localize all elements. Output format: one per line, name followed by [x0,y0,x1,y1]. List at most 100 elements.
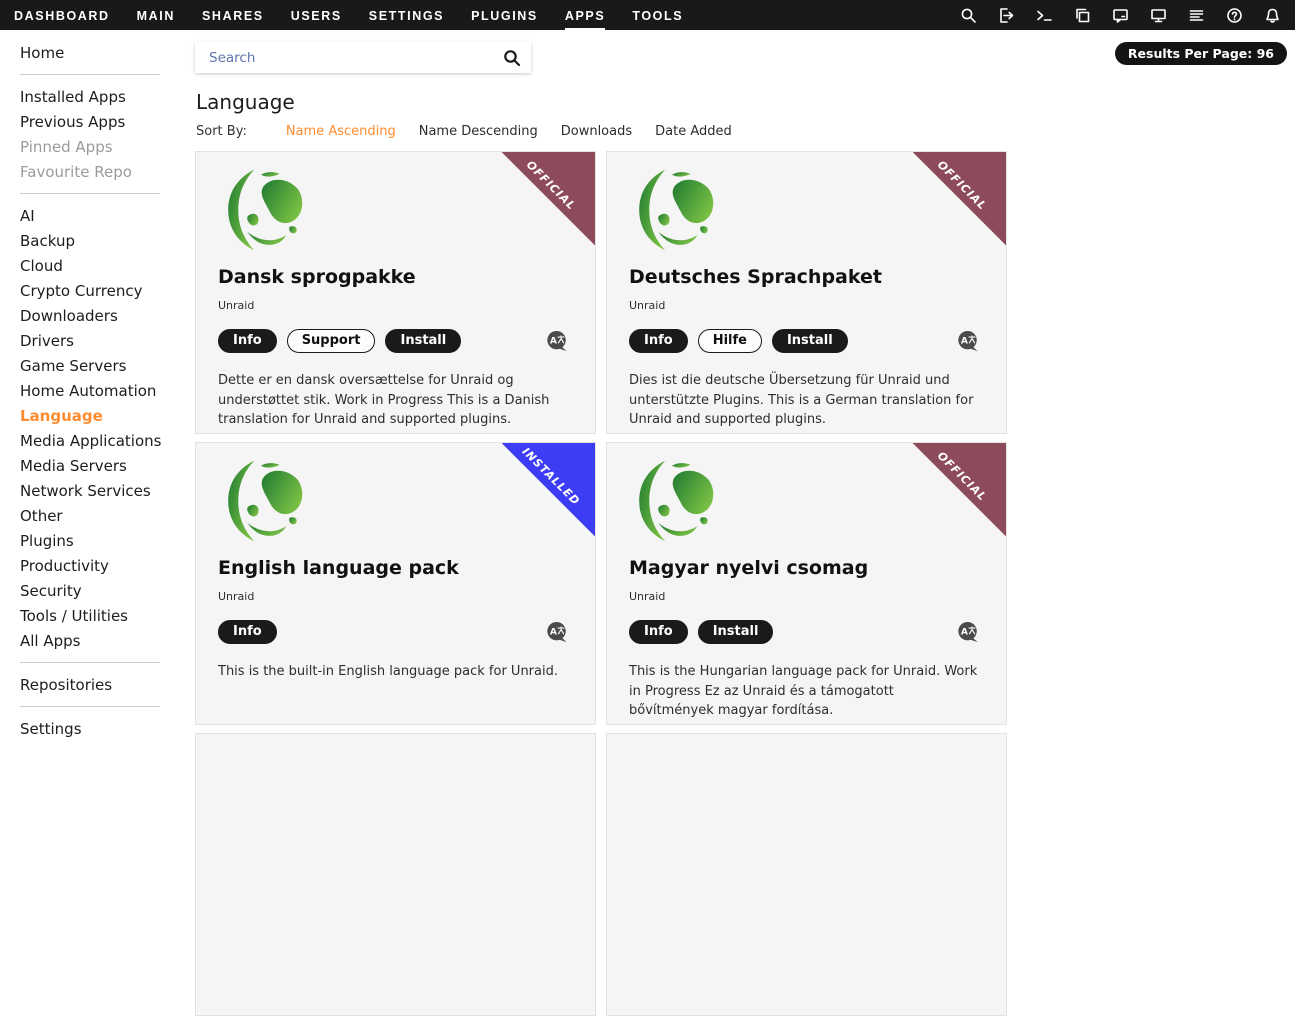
nav-item-apps[interactable]: APPS [565,0,605,31]
translate-icon[interactable]: A [957,621,980,644]
ribbon-label: OFFICIAL [911,442,1007,527]
top-nav-icons [960,7,1281,24]
sidebar-item-pinned-apps[interactable]: Pinned Apps [0,134,186,159]
globe-icon [224,459,308,543]
sort-option-downloads[interactable]: Downloads [561,124,632,139]
app-description: Dette er en dansk oversættelse for Unrai… [218,371,573,430]
hilfe-button[interactable]: Hilfe [698,329,762,353]
sidebar-item-game-servers[interactable]: Game Servers [0,353,186,378]
search-icon[interactable] [503,49,521,67]
app-title: Dansk sprogpakke [218,266,573,288]
page-title: Language [196,90,1295,114]
svg-text:A: A [550,336,557,346]
sidebar-item-plugins[interactable]: Plugins [0,528,186,553]
ribbon-badge: INSTALLED [502,443,595,536]
ribbon-badge: OFFICIAL [502,152,595,245]
sidebar-item-media-servers[interactable]: Media Servers [0,453,186,478]
ribbon-badge: OFFICIAL [913,152,1006,245]
copy-icon[interactable] [1074,7,1091,24]
app-card: INSTALLED English language pack Unraid I… [195,442,596,725]
sidebar-item-media-applications[interactable]: Media Applications [0,428,186,453]
sidebar-item-security[interactable]: Security [0,578,186,603]
sort-option-date-added[interactable]: Date Added [655,124,732,139]
feedback-icon[interactable] [1112,7,1129,24]
app-title: Magyar nyelvi csomag [629,557,984,579]
main-content: Results Per Page: 96 Language Sort By: N… [186,30,1295,726]
sidebar-item-repositories[interactable]: Repositories [0,672,186,697]
nav-item-tools[interactable]: TOOLS [632,0,683,31]
search-box [195,42,531,73]
nav-item-shares[interactable]: SHARES [202,0,264,31]
sidebar-item-network-services[interactable]: Network Services [0,478,186,503]
sidebar-divider [20,662,160,663]
globe-icon [224,168,308,252]
sidebar-item-cloud[interactable]: Cloud [0,253,186,278]
sidebar-item-all-apps[interactable]: All Apps [0,628,186,653]
notifications-icon[interactable] [1264,7,1281,24]
nav-item-dashboard[interactable]: DASHBOARD [14,0,110,31]
sidebar-item-backup[interactable]: Backup [0,228,186,253]
info-button[interactable]: Info [218,329,277,353]
app-card: OFFICIAL Deutsches Sprachpaket Unraid In… [606,151,1007,434]
log-icon[interactable] [1188,7,1205,24]
nav-item-users[interactable]: USERS [291,0,342,31]
app-description: Dies ist die deutsche Übersetzung für Un… [629,371,984,430]
app-description: This is the built-in English language pa… [218,662,573,682]
app-description: This is the Hungarian language pack for … [629,662,984,721]
top-nav: DASHBOARD MAIN SHARES USERS SETTINGS PLUGINS A… [0,0,1295,30]
sidebar-item-installed-apps[interactable]: Installed Apps [0,84,186,109]
sidebar: Home Installed AppsPrevious AppsPinned Ap… [0,30,186,726]
help-icon[interactable] [1226,7,1243,24]
install-button[interactable]: Install [385,329,461,353]
sidebar-item-drivers[interactable]: Drivers [0,328,186,353]
sidebar-item-language[interactable]: Language [0,403,186,428]
app-author: Unraid [629,590,984,603]
info-button[interactable]: Info [629,329,688,353]
sidebar-item-previous-apps[interactable]: Previous Apps [0,109,186,134]
display-icon[interactable] [1150,7,1167,24]
nav-item-settings[interactable]: SETTINGS [369,0,444,31]
terminal-icon[interactable] [1036,7,1053,24]
sidebar-item-home[interactable]: Home [0,40,186,65]
sort-option-name-descending[interactable]: Name Descending [419,124,538,139]
ribbon-badge: OFFICIAL [913,443,1006,536]
top-nav-menu: DASHBOARD MAIN SHARES USERS SETTINGS PLUGINS A… [14,0,683,31]
sort-option-name-ascending[interactable]: Name Ascending [286,124,396,139]
info-button[interactable]: Info [218,620,277,644]
nav-item-plugins[interactable]: PLUGINS [471,0,538,31]
search-icon[interactable] [960,7,977,24]
sidebar-item-home-automation[interactable]: Home Automation [0,378,186,403]
svg-text:A: A [961,627,968,637]
sidebar-item-other[interactable]: Other [0,503,186,528]
support-button[interactable]: Support [287,329,376,353]
app-actions: Info Hilfe Install A [629,329,984,353]
results-per-page-badge[interactable]: Results Per Page: 96 [1115,42,1287,65]
translate-icon[interactable]: A [957,330,980,353]
app-card-partial [606,733,1007,1016]
search-input[interactable] [207,49,503,67]
sort-bar: Sort By: Name AscendingName DescendingDo… [196,124,1295,139]
svg-text:A: A [961,336,968,346]
sidebar-item-crypto-currency[interactable]: Crypto Currency [0,278,186,303]
ribbon-label: OFFICIAL [500,151,596,236]
sidebar-divider [20,706,160,707]
sidebar-item-ai[interactable]: AI [0,203,186,228]
translate-icon[interactable]: A [546,330,569,353]
sidebar-item-downloaders[interactable]: Downloaders [0,303,186,328]
globe-icon [635,459,719,543]
install-button[interactable]: Install [772,329,848,353]
sidebar-item-favourite-repo[interactable]: Favourite Repo [0,159,186,184]
app-title: Deutsches Sprachpaket [629,266,984,288]
sidebar-item-settings[interactable]: Settings [0,716,186,741]
sidebar-divider [20,193,160,194]
app-author: Unraid [218,299,573,312]
sidebar-item-productivity[interactable]: Productivity [0,553,186,578]
info-button[interactable]: Info [629,620,688,644]
nav-item-main[interactable]: MAIN [137,0,175,31]
app-card-partial [195,733,596,1016]
translate-icon[interactable]: A [546,621,569,644]
logout-icon[interactable] [998,7,1015,24]
install-button[interactable]: Install [698,620,774,644]
sidebar-item-tools-utilities[interactable]: Tools / Utilities [0,603,186,628]
app-author: Unraid [629,299,984,312]
